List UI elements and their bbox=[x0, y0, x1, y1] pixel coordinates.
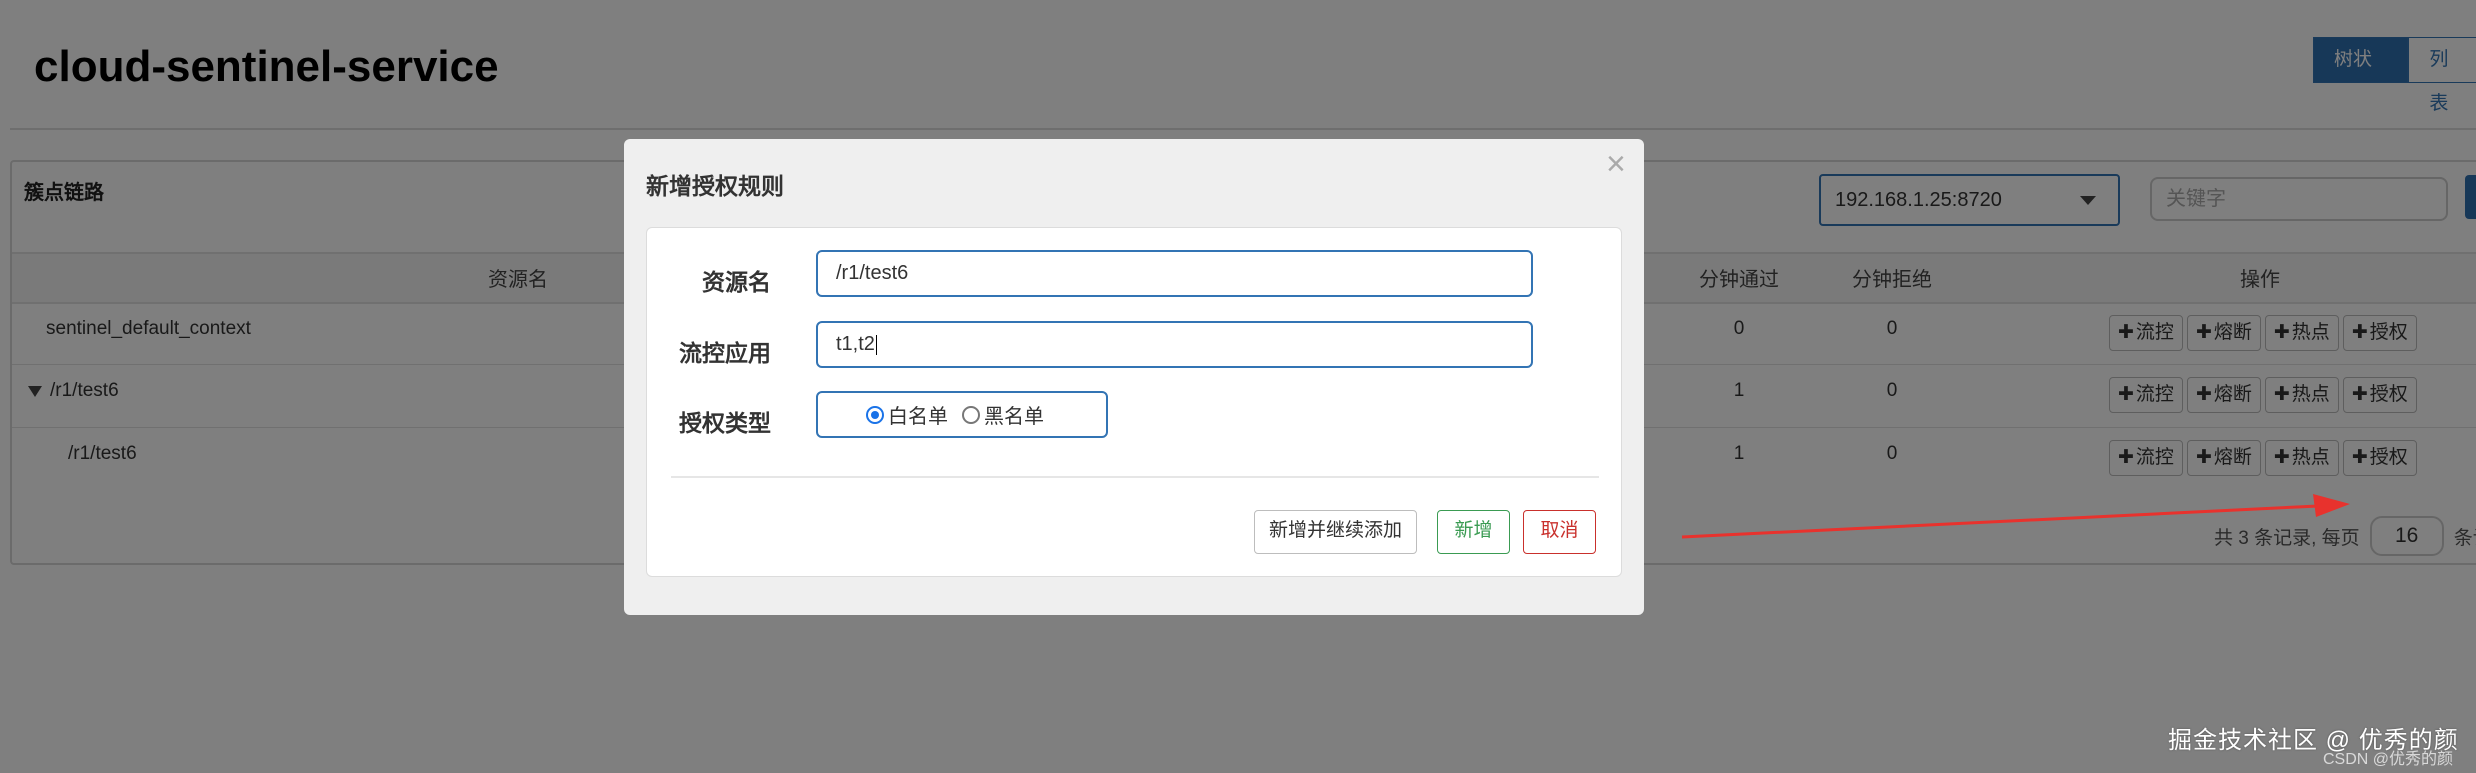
radio-unchecked-icon[interactable] bbox=[962, 405, 980, 424]
resource-name-input[interactable]: /r1/test6 bbox=[816, 250, 1533, 297]
blacklist-option[interactable]: 黑名单 bbox=[962, 400, 1044, 429]
radio-checked-icon[interactable] bbox=[866, 405, 884, 424]
arrow-head bbox=[2313, 494, 2350, 517]
cancel-button[interactable]: 取消 bbox=[1523, 510, 1596, 554]
text-caret bbox=[875, 334, 877, 355]
form-divider bbox=[671, 476, 1599, 478]
strategy-radio-group: 白名单 黑名单 bbox=[816, 391, 1108, 438]
arrow-shaft bbox=[1681, 504, 2319, 539]
close-icon[interactable]: × bbox=[1606, 147, 1626, 181]
limit-app-input[interactable]: t1,t2 bbox=[816, 321, 1533, 368]
add-and-continue-button[interactable]: 新增并继续添加 bbox=[1254, 510, 1417, 554]
dialog-title: 新增授权规则 bbox=[646, 173, 784, 199]
add-authority-rule-dialog: 新增授权规则 × 资源名 /r1/test6 流控应用 t1,t2 授权类型 白… bbox=[624, 139, 1644, 615]
watermark-sub: CSDN @优秀的颜 bbox=[2323, 751, 2454, 768]
dialog-form: 资源名 /r1/test6 流控应用 t1,t2 授权类型 白名单 黑名单 新增… bbox=[646, 227, 1622, 577]
add-button[interactable]: 新增 bbox=[1437, 510, 1510, 554]
limit-app-label: 流控应用 bbox=[679, 340, 771, 366]
whitelist-option[interactable]: 白名单 bbox=[866, 400, 948, 429]
strategy-type-label: 授权类型 bbox=[679, 410, 771, 436]
resource-name-label: 资源名 bbox=[702, 269, 771, 295]
